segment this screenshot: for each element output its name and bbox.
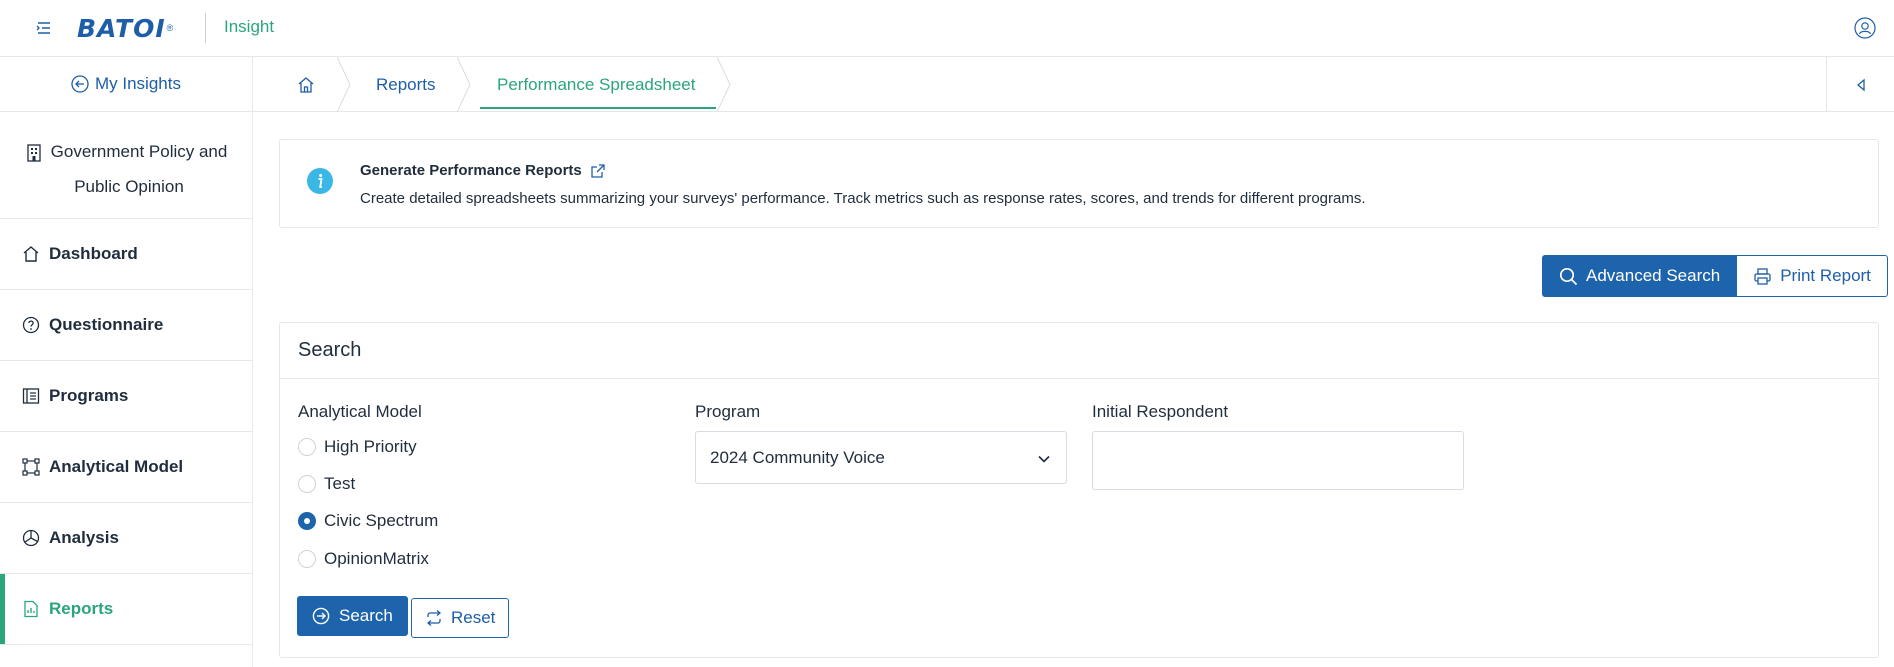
search-panel-title: Search (280, 323, 1878, 379)
collapse-panel-button[interactable] (1826, 57, 1894, 112)
radio-button-selected[interactable] (298, 512, 316, 530)
user-profile-icon[interactable] (1854, 17, 1876, 39)
search-icon (1559, 267, 1578, 285)
search-panel: Search Analytical Model High Priority Te… (279, 322, 1879, 658)
info-banner: Generate Performance Reports Create deta… (279, 139, 1879, 228)
sidebar-item-questionnaire[interactable]: Questionnaire (0, 290, 252, 361)
breadcrumb-home[interactable] (297, 57, 315, 112)
report-actions: Advanced Search Print Report (1542, 255, 1888, 297)
advanced-search-label: Advanced Search (1586, 266, 1721, 285)
program-select[interactable]: 2024 Community Voice (695, 431, 1067, 484)
pie-chart-icon (22, 529, 40, 547)
radio-label: High Priority (324, 437, 417, 456)
print-report-label: Print Report (1780, 266, 1871, 285)
sidebar-item-label: Analysis (49, 528, 119, 547)
sidebar-item-label: Programs (49, 386, 129, 405)
breadcrumb-item-reports[interactable]: Reports (376, 57, 436, 112)
active-breadcrumb-underline (480, 107, 716, 109)
caret-left-icon (1856, 78, 1865, 91)
home-icon (23, 246, 39, 262)
info-icon (307, 168, 333, 194)
building-icon (27, 144, 41, 162)
reset-button-label: Reset (451, 608, 496, 627)
search-button[interactable]: Search (297, 596, 408, 636)
logo-divider (205, 13, 206, 43)
chevron-down-icon (1038, 455, 1050, 463)
vector-nodes-icon (22, 458, 40, 476)
program-label: Program (695, 402, 761, 421)
program-selected-value: 2024 Community Voice (710, 447, 885, 467)
info-title: Generate Performance Reports (360, 162, 606, 179)
breadcrumb-item-performance-spreadsheet[interactable]: Performance Spreadsheet (497, 57, 695, 112)
arrow-right-circle-icon (312, 607, 330, 625)
home-icon (298, 76, 314, 93)
search-button-label: Search (339, 606, 393, 625)
radio-label: Civic Spectrum (324, 511, 439, 530)
print-report-button[interactable]: Print Report (1737, 255, 1888, 297)
info-description: Create detailed spreadsheets summarizing… (360, 190, 1366, 207)
radio-option-opinionmatrix[interactable]: OpinionMatrix (298, 549, 429, 569)
back-arrow-circle-icon (71, 75, 89, 93)
list-book-icon (22, 388, 40, 404)
advanced-search-button[interactable]: Advanced Search (1542, 255, 1738, 297)
report-file-icon (24, 600, 38, 618)
radio-button[interactable] (298, 550, 316, 568)
organization-line-2: Public Opinion (74, 177, 184, 196)
initial-respondent-input[interactable] (1092, 431, 1464, 490)
radio-label: Test (324, 474, 356, 493)
my-insights-link[interactable]: My Insights (0, 57, 252, 112)
sidebar-item-analysis[interactable]: Analysis (0, 503, 252, 574)
question-circle-icon (22, 316, 40, 334)
sidebar-item-label: Analytical Model (49, 457, 184, 476)
breadcrumb: Reports Performance Spreadsheet (253, 57, 1894, 112)
sidebar-item-label: Dashboard (49, 244, 138, 263)
top-bar: BATOI ® Insight (0, 0, 1894, 57)
logo-text: BATOI (77, 13, 166, 43)
sidebar-item-reports[interactable]: Reports (0, 574, 252, 645)
sidebar-item-analytical-model[interactable]: Analytical Model (0, 432, 252, 503)
radio-label: OpinionMatrix (324, 549, 429, 568)
radio-button[interactable] (298, 438, 316, 456)
menu-toggle-icon[interactable] (34, 18, 54, 38)
logo-registered-mark: ® (166, 23, 174, 33)
radio-option-civic-spectrum[interactable]: Civic Spectrum (298, 511, 438, 531)
printer-icon (1754, 267, 1771, 285)
analytical-model-label: Analytical Model (298, 402, 422, 421)
organization-line-1: Government Policy and (50, 142, 228, 161)
app-name: Insight (224, 17, 275, 36)
initial-respondent-label: Initial Respondent (1092, 402, 1229, 421)
radio-button[interactable] (298, 475, 316, 493)
repeat-icon (426, 610, 442, 626)
sidebar-item-dashboard[interactable]: Dashboard (0, 219, 252, 290)
breadcrumb-separator (717, 57, 731, 112)
breadcrumb-separator (457, 57, 471, 112)
sidebar: My Insights Government Policy and Public… (0, 57, 253, 667)
organization-name: Government Policy and Public Opinion (0, 112, 252, 219)
my-insights-label: My Insights (95, 74, 181, 93)
sidebar-item-label: Questionnaire (49, 315, 164, 334)
info-title-text: Generate Performance Reports (360, 162, 582, 179)
external-link-icon[interactable] (590, 163, 606, 179)
sidebar-item-label: Reports (49, 599, 114, 618)
breadcrumb-separator (337, 57, 351, 112)
radio-option-test[interactable]: Test (298, 474, 355, 494)
batoi-logo[interactable]: BATOI ® (77, 13, 174, 43)
sidebar-item-programs[interactable]: Programs (0, 361, 252, 432)
reset-button[interactable]: Reset (411, 598, 510, 638)
radio-option-high-priority[interactable]: High Priority (298, 437, 417, 457)
